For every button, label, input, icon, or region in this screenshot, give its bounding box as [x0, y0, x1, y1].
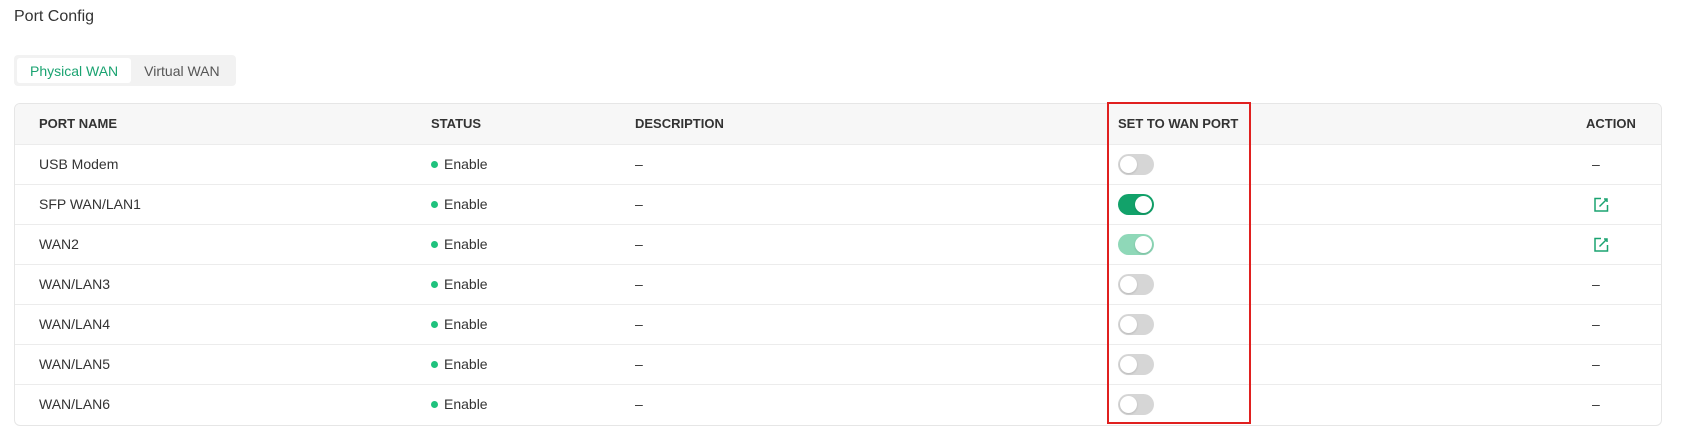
set-to-wan-cell: [1118, 144, 1586, 184]
table-row: USB Modem Enable – –: [15, 144, 1661, 184]
toggle-knob: [1135, 235, 1152, 253]
action-cell: [1586, 224, 1661, 264]
port-name-cell: SFP WAN/LAN1: [39, 196, 141, 212]
set-to-wan-toggle[interactable]: [1118, 273, 1154, 295]
port-name-cell: WAN/LAN4: [39, 316, 111, 332]
port-table: PORT NAME STATUS DESCRIPTION SET TO WAN …: [14, 103, 1662, 426]
column-header-set-to-wan-port: SET TO WAN PORT: [1118, 116, 1239, 132]
table-row: WAN/LAN4 Enable – –: [15, 304, 1661, 344]
status-dot-icon: [431, 320, 438, 328]
set-to-wan-cell: [1118, 304, 1586, 344]
description-cell: –: [635, 396, 643, 413]
status-text: Enable: [444, 276, 488, 292]
toggle-knob: [1120, 275, 1137, 293]
table-row: WAN/LAN3 Enable – –: [15, 264, 1661, 304]
wan-type-tabs: Physical WAN Virtual WAN: [14, 55, 236, 86]
description-cell: –: [635, 156, 643, 172]
action-cell: –: [1586, 384, 1661, 424]
status-dot-icon: [431, 160, 438, 168]
action-cell: –: [1586, 344, 1661, 384]
set-to-wan-toggle[interactable]: [1118, 153, 1154, 175]
status-dot-icon: [431, 200, 438, 208]
page-title: Port Config: [14, 8, 95, 25]
status-cell: Enable: [431, 264, 635, 304]
status-dot-icon: [431, 360, 438, 368]
action-empty: –: [1592, 276, 1600, 292]
set-to-wan-toggle[interactable]: [1118, 193, 1154, 215]
set-to-wan-toggle[interactable]: [1118, 393, 1154, 415]
action-empty: –: [1592, 156, 1600, 172]
status-text: Enable: [444, 236, 488, 252]
action-cell: [1586, 184, 1661, 224]
description-cell: –: [635, 236, 643, 252]
edit-icon[interactable]: [1592, 196, 1610, 214]
status-text: Enable: [444, 316, 488, 332]
description-cell: –: [635, 316, 643, 332]
status-dot-icon: [431, 401, 438, 409]
description-cell: –: [635, 356, 643, 372]
tab-virtual-wan[interactable]: Virtual WAN: [131, 58, 232, 83]
status-text: Enable: [444, 156, 488, 172]
set-to-wan-toggle[interactable]: [1118, 353, 1154, 375]
toggle-knob: [1120, 155, 1137, 173]
port-name-cell: WAN/LAN6: [39, 396, 111, 413]
action-empty: –: [1592, 396, 1600, 413]
column-header-description: DESCRIPTION: [635, 116, 724, 132]
table-row: SFP WAN/LAN1 Enable –: [15, 184, 1661, 224]
toggle-knob: [1120, 315, 1137, 333]
set-to-wan-toggle[interactable]: [1118, 233, 1154, 255]
edit-icon[interactable]: [1592, 236, 1610, 254]
status-cell: Enable: [431, 144, 635, 184]
tab-physical-wan[interactable]: Physical WAN: [17, 58, 132, 83]
status-cell: Enable: [431, 304, 635, 344]
port-name-cell: WAN2: [39, 236, 79, 252]
column-header-action: ACTION: [1586, 116, 1636, 132]
set-to-wan-toggle[interactable]: [1118, 313, 1154, 335]
column-header-port-name: PORT NAME: [39, 116, 117, 132]
status-cell: Enable: [431, 344, 635, 384]
port-name-cell: USB Modem: [39, 156, 119, 172]
status-dot-icon: [431, 240, 438, 248]
action-empty: –: [1592, 356, 1600, 372]
action-empty: –: [1592, 316, 1600, 332]
status-text: Enable: [444, 196, 488, 212]
description-cell: –: [635, 196, 643, 212]
table-header-row: PORT NAME STATUS DESCRIPTION SET TO WAN …: [15, 104, 1661, 144]
set-to-wan-cell: [1118, 224, 1586, 264]
set-to-wan-cell: [1118, 344, 1586, 384]
action-cell: –: [1586, 264, 1661, 304]
status-text: Enable: [444, 396, 488, 413]
set-to-wan-cell: [1118, 264, 1586, 304]
set-to-wan-cell: [1118, 184, 1586, 224]
port-name-cell: WAN/LAN3: [39, 276, 111, 292]
column-header-status: STATUS: [431, 116, 482, 132]
set-to-wan-cell: [1118, 384, 1586, 424]
toggle-knob: [1120, 355, 1137, 373]
status-cell: Enable: [431, 184, 635, 224]
table-row: WAN/LAN5 Enable – –: [15, 344, 1661, 384]
status-cell: Enable: [431, 384, 635, 424]
table-row: WAN2 Enable –: [15, 224, 1661, 264]
action-cell: –: [1586, 144, 1661, 184]
status-cell: Enable: [431, 224, 635, 264]
toggle-knob: [1135, 195, 1152, 213]
table-row: WAN/LAN6 Enable – –: [15, 384, 1661, 424]
status-text: Enable: [444, 356, 488, 372]
description-cell: –: [635, 276, 643, 292]
toggle-knob: [1120, 395, 1137, 413]
action-cell: –: [1586, 304, 1661, 344]
status-dot-icon: [431, 280, 438, 288]
port-name-cell: WAN/LAN5: [39, 356, 111, 372]
